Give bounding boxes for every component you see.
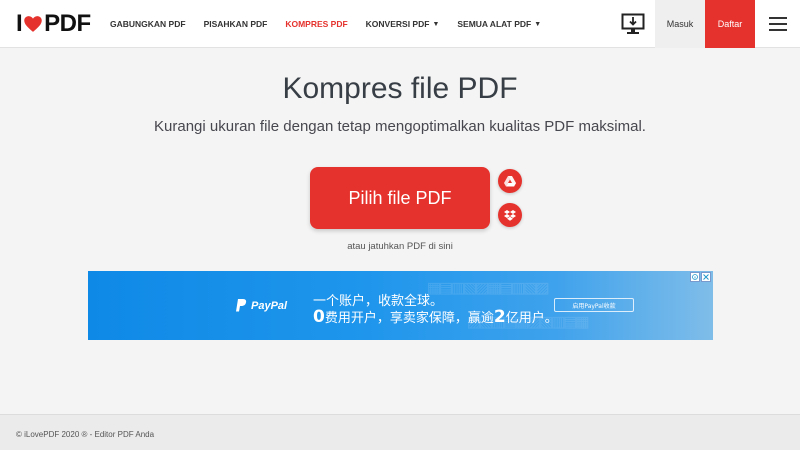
dropbox-icon	[504, 209, 516, 221]
ad-close-button[interactable]	[701, 272, 711, 282]
ad-subline: 0费用开户，享卖家保障，赢逾2亿用户。	[313, 307, 558, 327]
ad-banner[interactable]: ▦▤▥▧▨▦▤▥▧▨ ▨▧▥▤▦▨▧▥▤▦ PayPal 一个账户，收款全球。 …	[88, 271, 713, 340]
page-subtitle: Kurangi ukuran file dengan tetap mengopt…	[154, 118, 646, 135]
nav-label: KONVERSI PDF	[365, 19, 430, 29]
dropbox-button[interactable]	[498, 203, 522, 227]
footer: © iLovePDF 2020 ® - Editor PDF Anda	[0, 414, 800, 450]
nav-label: PISAHKAN PDF	[203, 19, 268, 29]
ad-number: 0	[313, 307, 325, 327]
ad-text: 亿用户。	[505, 311, 558, 326]
logo-text-pdf: PDF	[44, 10, 91, 37]
caret-down-icon: ▼	[432, 20, 440, 28]
nav-merge-pdf[interactable]: GABUNGKAN PDF	[110, 19, 186, 29]
ad-badges	[689, 272, 711, 282]
ad-background-texture: ▦▤▥▧▨▦▤▥▧▨	[428, 275, 549, 299]
paypal-logo: PayPal	[236, 299, 287, 312]
nav-convert-pdf[interactable]: KONVERSI PDF ▼	[366, 19, 440, 29]
paypal-brand: PayPal	[251, 299, 288, 312]
page-title: Kompres file PDF	[282, 72, 518, 105]
select-pdf-button[interactable]: Pilih file PDF	[310, 167, 490, 229]
nav-label: KOMPRES PDF	[285, 19, 348, 29]
desktop-download-icon	[621, 13, 645, 34]
nav-all-pdf-tools[interactable]: SEMUA ALAT PDF ▼	[457, 19, 541, 29]
footer-copyright: © iLovePDF 2020 ® - Editor PDF Anda	[16, 430, 155, 439]
ad-number: 2	[493, 307, 506, 327]
ad-text: 费用开户，享卖家保障，赢逾	[324, 311, 494, 326]
drop-hint: atau jatuhkan PDF di sini	[347, 241, 453, 252]
heart-icon	[24, 16, 42, 32]
desktop-app-button[interactable]	[611, 0, 655, 48]
ad-info-icon	[692, 274, 698, 280]
logo-letter-i: I	[16, 10, 23, 37]
main-nav: GABUNGKAN PDF PISAHKAN PDF KOMPRES PDF K…	[110, 0, 559, 48]
menu-button[interactable]	[755, 0, 800, 48]
top-navbar: I PDF GABUNGKAN PDF PISAHKAN PDF KOMPRES…	[0, 0, 800, 48]
signup-button[interactable]: Daftar	[705, 0, 755, 48]
ad-info-button[interactable]	[690, 272, 700, 282]
ilovepdf-logo[interactable]: I PDF	[16, 10, 91, 38]
nav-label: GABUNGKAN PDF	[110, 19, 186, 29]
caret-down-icon: ▼	[534, 20, 542, 28]
paypal-icon	[236, 299, 247, 312]
nav-split-pdf[interactable]: PISAHKAN PDF	[204, 19, 268, 29]
google-drive-icon	[504, 175, 516, 186]
google-drive-button[interactable]	[498, 169, 522, 193]
ad-cta-button[interactable]: 启用PayPal收款	[554, 298, 634, 312]
nav-compress-pdf[interactable]: KOMPRES PDF	[285, 19, 347, 29]
close-icon	[703, 274, 709, 280]
hamburger-menu-icon	[768, 17, 787, 31]
nav-label: SEMUA ALAT PDF	[457, 19, 532, 29]
login-button[interactable]: Masuk	[655, 0, 705, 48]
